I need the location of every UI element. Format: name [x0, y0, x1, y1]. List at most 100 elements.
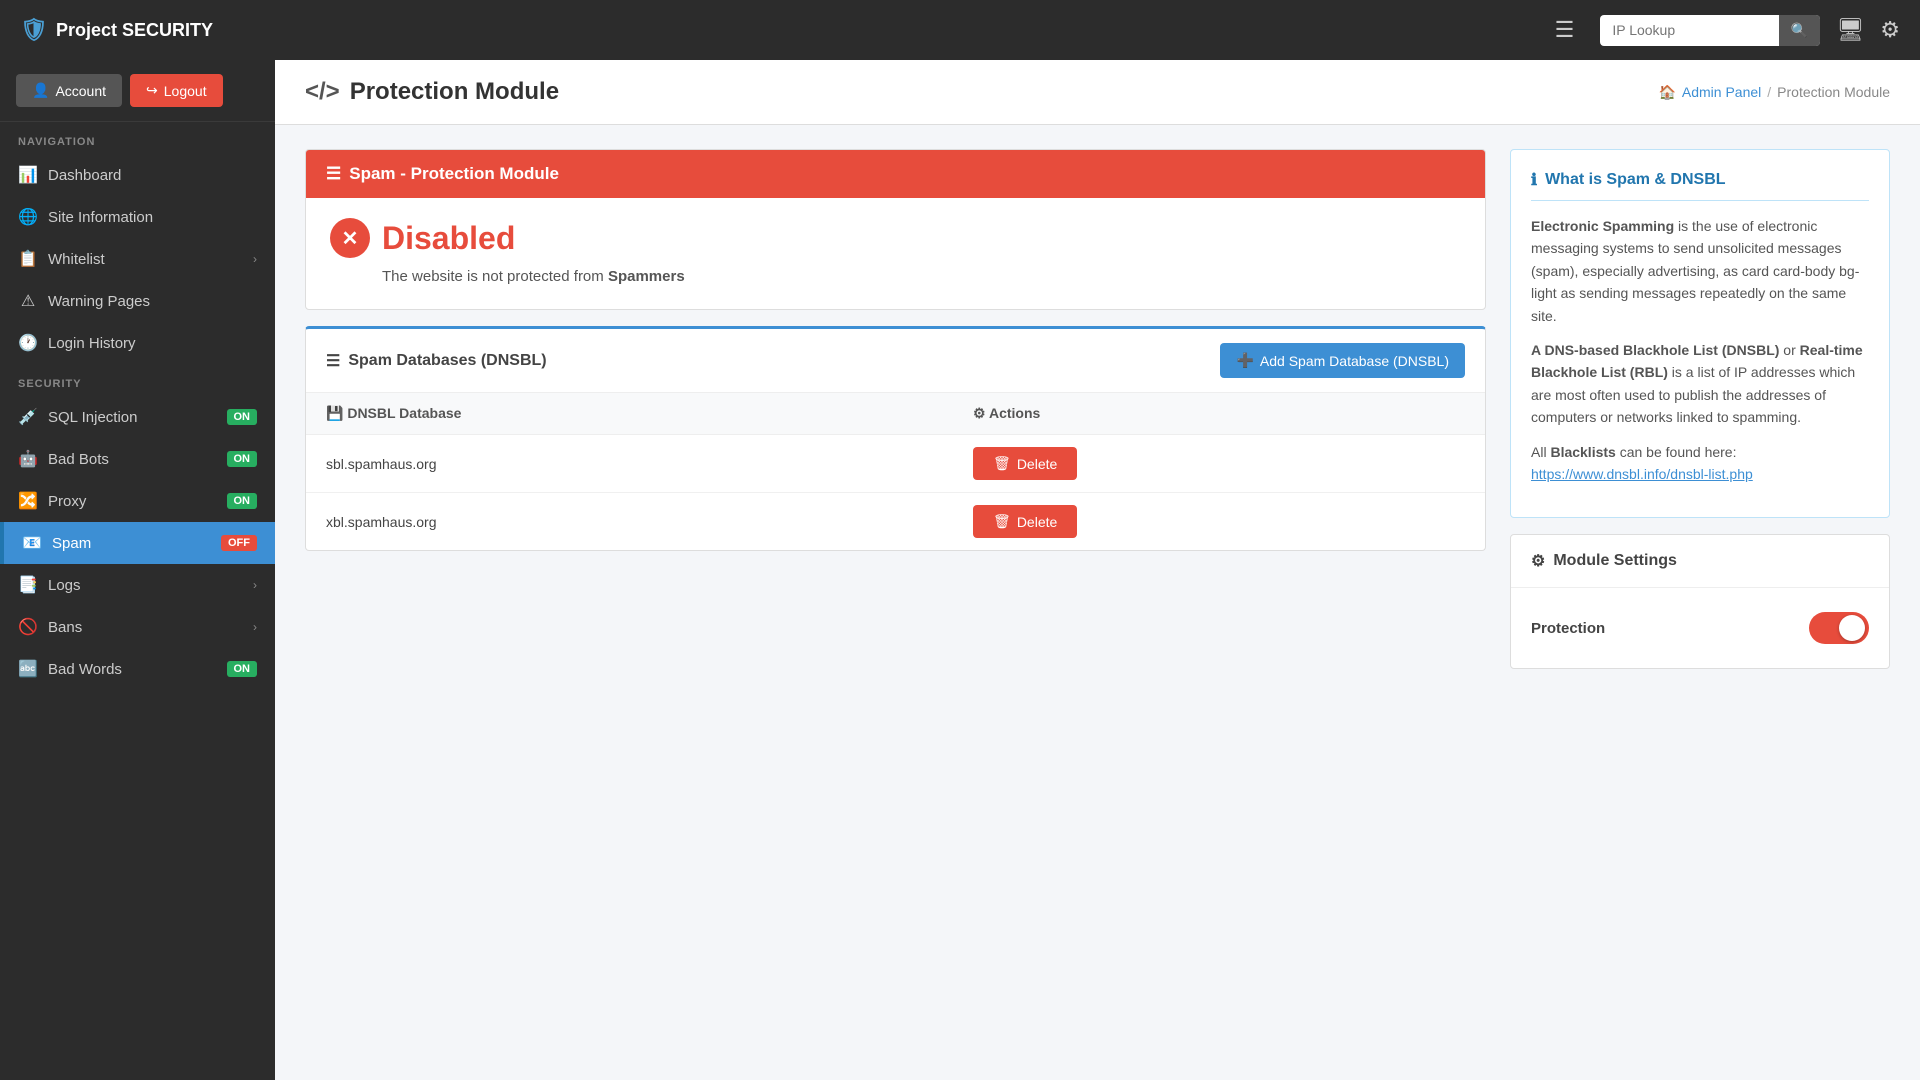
settings-title-text: Module Settings: [1553, 552, 1677, 570]
sidebar-item-warning-pages[interactable]: ⚠ Warning Pages: [0, 280, 275, 322]
account-button[interactable]: 👤 Account: [16, 74, 122, 107]
plus-icon: ➕: [1236, 352, 1253, 369]
breadcrumb-current: Protection Module: [1777, 84, 1890, 100]
sidebar-item-bans[interactable]: 🚫 Bans ›: [0, 606, 275, 648]
sidebar-item-label: Bad Bots: [48, 451, 217, 468]
info-or: or: [1783, 342, 1799, 358]
delete-button[interactable]: 🗑 Delete: [973, 447, 1077, 480]
page-title: </> Protection Module: [305, 78, 559, 106]
delete-button[interactable]: 🗑 Delete: [973, 505, 1077, 538]
x-circle-icon: ✕: [330, 218, 370, 258]
module-card: ☰ Spam - Protection Module ✕ Disabled Th…: [305, 149, 1486, 310]
dnsbl-card-header: ☰ Spam Databases (DNSBL) ➕ Add Spam Data…: [306, 329, 1485, 393]
info-icon: ℹ: [1531, 170, 1537, 190]
status-badge: OFF: [221, 535, 257, 551]
found-here: can be found here:: [1620, 444, 1737, 460]
sidebar-item-whitelist[interactable]: 📋 Whitelist ›: [0, 238, 275, 280]
code-icon: </>: [305, 78, 340, 106]
site-info-icon: 🌐: [18, 207, 38, 227]
nav-section-label: NAVIGATION: [0, 122, 275, 154]
main-layout: 👤 Account ↪ Logout NAVIGATION 📊 Dashboar…: [0, 60, 1920, 1080]
sidebar-item-logs[interactable]: 📑 Logs ›: [0, 564, 275, 606]
disabled-block: ✕ Disabled The website is not protected …: [306, 198, 1485, 309]
desc-bold: Spammers: [608, 268, 685, 285]
monitor-button[interactable]: 🖥: [1836, 17, 1864, 43]
content-area: </> Protection Module 🏠 Admin Panel / Pr…: [275, 60, 1920, 1080]
sidebar-item-site-information[interactable]: 🌐 Site Information: [0, 196, 275, 238]
logout-label: Logout: [164, 83, 207, 99]
col-actions-label: Actions: [989, 405, 1040, 421]
chevron-right-icon: ›: [253, 252, 257, 266]
sidebar-item-login-history[interactable]: 🕐 Login History: [0, 322, 275, 364]
hamburger-button[interactable]: ☰: [1545, 13, 1585, 47]
dnsbl-table: 💾 DNSBL Database ⚙ Actions sbl.spa: [306, 393, 1485, 550]
account-label: Account: [55, 83, 106, 99]
info-title-text: What is Spam & DNSBL: [1545, 171, 1725, 189]
sidebar: 👤 Account ↪ Logout NAVIGATION 📊 Dashboar…: [0, 60, 275, 1080]
info-card-title: ℹ What is Spam & DNSBL: [1531, 170, 1869, 201]
brand: 🛡 Project SECURITY: [20, 17, 1529, 43]
home-icon: 🏠: [1658, 84, 1675, 101]
shield-icon: 🛡: [20, 17, 48, 43]
brand-name: Project SECURITY: [56, 20, 213, 41]
toggle-track: [1809, 612, 1869, 644]
module-header-icon: ☰: [326, 164, 341, 184]
logout-button[interactable]: ↪ Logout: [130, 74, 223, 107]
account-icon: 👤: [32, 82, 49, 99]
dnsbl-card: ☰ Spam Databases (DNSBL) ➕ Add Spam Data…: [305, 326, 1486, 551]
admin-panel-link[interactable]: Admin Panel: [1682, 84, 1761, 100]
sidebar-item-proxy[interactable]: 🔀 Proxy ON: [0, 480, 275, 522]
protection-toggle[interactable]: [1809, 612, 1869, 644]
settings-button[interactable]: ⚙: [1880, 17, 1900, 43]
chevron-right-icon: ›: [253, 578, 257, 592]
search-input[interactable]: [1600, 15, 1779, 45]
delete-label: Delete: [1017, 514, 1057, 530]
db-header-icon: 💾: [326, 405, 343, 421]
history-icon: 🕐: [18, 333, 38, 353]
blacklists-bold: Blacklists: [1550, 444, 1615, 460]
status-badge: ON: [227, 409, 258, 425]
content-header: </> Protection Module 🏠 Admin Panel / Pr…: [275, 60, 1920, 125]
add-spam-database-button[interactable]: ➕ Add Spam Database (DNSBL): [1220, 343, 1465, 378]
sidebar-item-sql-injection[interactable]: 💉 SQL Injection ON: [0, 396, 275, 438]
page-title-text: Protection Module: [350, 78, 559, 106]
settings-icon: ⚙: [1531, 551, 1545, 571]
sidebar-item-bad-bots[interactable]: 🤖 Bad Bots ON: [0, 438, 275, 480]
sidebar-item-bad-words[interactable]: 🔤 Bad Words ON: [0, 648, 275, 690]
disabled-description: The website is not protected from Spamme…: [382, 268, 1461, 285]
sidebar-item-label: Whitelist: [48, 251, 243, 268]
settings-card-title: ⚙ Module Settings: [1511, 535, 1889, 588]
sidebar-item-label: Login History: [48, 335, 257, 352]
table-row: xbl.spamhaus.org 🗑 Delete: [306, 493, 1485, 551]
module-card-header: ☰ Spam - Protection Module: [306, 150, 1485, 198]
dnsbl-title: ☰ Spam Databases (DNSBL): [326, 351, 547, 371]
info-card: ℹ What is Spam & DNSBL Electronic Spammi…: [1510, 149, 1890, 518]
warning-icon: ⚠: [18, 291, 38, 311]
trash-icon: 🗑: [993, 513, 1011, 530]
dashboard-icon: 📊: [18, 165, 38, 185]
desc-prefix: The website is not protected from: [382, 268, 604, 285]
topbar-right: 🖥 ⚙: [1836, 17, 1900, 43]
sidebar-item-spam[interactable]: 📧 Spam OFF: [0, 522, 275, 564]
logout-icon: ↪: [146, 82, 158, 99]
chevron-right-icon: ›: [253, 620, 257, 634]
bad-words-icon: 🔤: [18, 659, 38, 679]
status-badge: ON: [227, 451, 258, 467]
bans-icon: 🚫: [18, 617, 38, 637]
add-spam-label: Add Spam Database (DNSBL): [1260, 353, 1449, 369]
table-row: sbl.spamhaus.org 🗑 Delete: [306, 435, 1485, 493]
search-button[interactable]: 🔍: [1779, 15, 1820, 46]
user-actions: 👤 Account ↪ Logout: [0, 60, 275, 122]
proxy-icon: 🔀: [18, 491, 38, 511]
sidebar-item-label: SQL Injection: [48, 409, 217, 426]
dnsbl-link[interactable]: https://www.dnsbl.info/dnsbl-list.php: [1531, 466, 1753, 482]
topbar: 🛡 Project SECURITY ☰ 🔍 🖥 ⚙: [0, 0, 1920, 60]
content-body: ☰ Spam - Protection Module ✕ Disabled Th…: [275, 125, 1920, 1080]
db-cell: xbl.spamhaus.org: [306, 493, 953, 551]
sidebar-item-dashboard[interactable]: 📊 Dashboard: [0, 154, 275, 196]
sql-icon: 💉: [18, 407, 38, 427]
action-cell: 🗑 Delete: [953, 493, 1485, 551]
col-actions: ⚙ Actions: [953, 393, 1485, 435]
disabled-text: Disabled: [382, 220, 515, 257]
sidebar-item-label: Warning Pages: [48, 293, 257, 310]
